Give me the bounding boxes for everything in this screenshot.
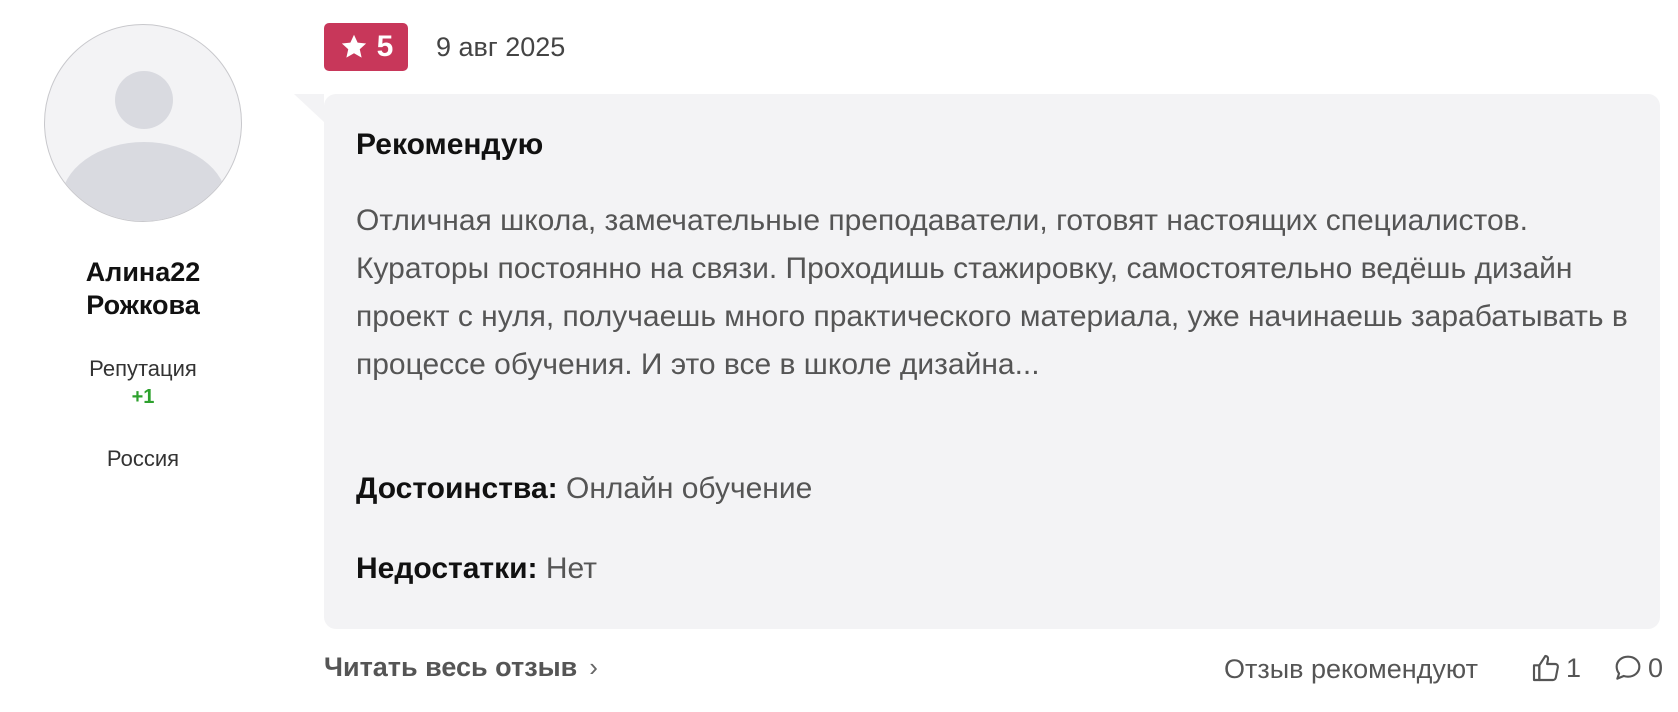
cons-label: Недостатки: <box>356 552 538 585</box>
rating-value: 5 <box>376 30 394 63</box>
rating-badge: 5 <box>324 23 408 71</box>
author-name[interactable]: Алина22 Рожкова <box>44 256 242 322</box>
comment-icon <box>1615 655 1641 680</box>
review-pros: Достоинства: Онлайн обучение <box>356 472 812 506</box>
reputation-value: +1 <box>131 386 155 408</box>
cons-value: Нет <box>545 552 597 585</box>
avatar-body <box>61 142 227 221</box>
read-more-label: Читать весь отзыв <box>324 652 578 682</box>
recommend-label: Отзыв рекомендуют <box>1224 654 1478 684</box>
thumbs-up-icon <box>1532 654 1559 682</box>
read-full-review-link[interactable]: Читать весь отзыв › <box>324 652 598 683</box>
review-date: 9 авг 2025 <box>436 32 566 62</box>
review-card: Рекомендую Отличная школа, замечательные… <box>324 94 1660 629</box>
like-count: 1 <box>1566 652 1582 683</box>
reputation-label: Репутация <box>89 356 197 381</box>
card-notch <box>294 94 324 122</box>
review-text: Отличная школа, замечательные преподават… <box>356 204 1628 381</box>
review-title: Рекомендую <box>356 128 544 161</box>
author-country: Россия <box>106 446 180 471</box>
author-panel: Алина22 Рожкова Репутация +1 Россия <box>0 0 288 712</box>
review-cons: Недостатки: Нет <box>356 552 597 586</box>
comment-count: 0 <box>1648 652 1664 683</box>
pros-label: Достоинства: <box>356 472 558 505</box>
pros-value: Онлайн обучение <box>565 472 813 505</box>
avatar-placeholder-icon[interactable] <box>44 24 242 222</box>
chevron-right-icon: › <box>589 652 598 682</box>
star-icon <box>341 34 366 58</box>
avatar-head <box>115 71 173 129</box>
like-button[interactable]: 1 <box>1530 652 1581 684</box>
comments-button[interactable]: 0 <box>1612 652 1663 684</box>
